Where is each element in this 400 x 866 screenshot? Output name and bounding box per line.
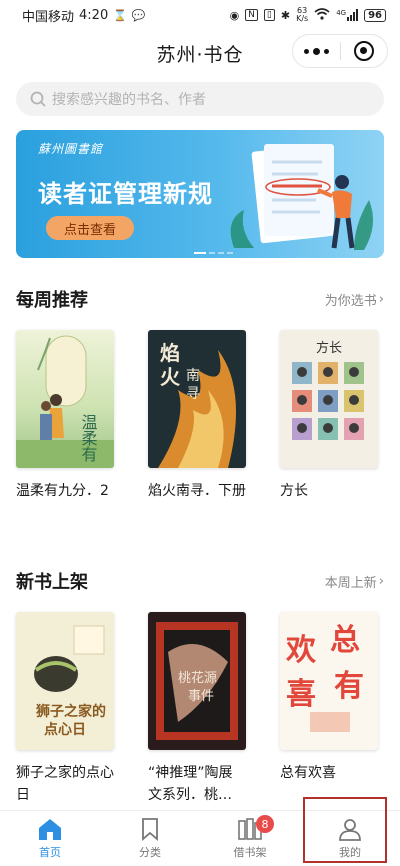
target-icon xyxy=(353,41,374,61)
search-placeholder: 搜索感兴趣的书名、作者 xyxy=(52,92,206,108)
book-card[interactable]: 方长 方长 xyxy=(280,330,378,502)
promo-banner[interactable]: 蘇州圖書館 读者证管理新规 点击查看 xyxy=(16,130,384,258)
close-miniprogram-button[interactable] xyxy=(341,41,388,61)
eye-icon: ◉ xyxy=(229,8,240,22)
nfc-icon: N xyxy=(245,9,258,21)
wifi-icon xyxy=(314,7,330,23)
carrier-label: 中国移动 xyxy=(22,9,75,25)
wechat-icon: 💬 xyxy=(131,8,146,22)
search-icon xyxy=(30,91,46,107)
svg-text:方长: 方长 xyxy=(316,340,342,356)
nav-header: 苏州·书仓 xyxy=(0,30,400,74)
library-logo-text: 蘇州圖書館 xyxy=(38,142,104,156)
status-bar: 中国移动 4:20 ⌛ 💬 ◉ N ▯ ✱ 63 K/s 4G 96 xyxy=(0,0,400,30)
svg-text:总: 总 xyxy=(330,623,360,658)
book-card[interactable]: 温柔有 温柔有九分．2 xyxy=(16,330,114,502)
svg-text:桃花源: 桃花源 xyxy=(178,670,217,686)
tab-label: 分类 xyxy=(139,846,161,859)
tab-category[interactable]: 分类 xyxy=(100,811,200,866)
bluetooth-icon: ✱ xyxy=(280,8,291,22)
chevron-right-icon: › xyxy=(378,573,384,589)
book-cover: 狮子之家的 点心日 xyxy=(16,612,114,750)
battery-indicator: 96 xyxy=(364,8,386,22)
signal-icon: 4G xyxy=(336,9,359,21)
more-menu-button[interactable] xyxy=(293,47,340,55)
miniprogram-capsule xyxy=(292,34,388,68)
weekly-book-list: 温柔有 温柔有九分．2 焰 火 南 寻 焰火南寻．下册 方长 方长 xyxy=(16,330,386,502)
svg-text:焰: 焰 xyxy=(160,341,180,365)
bookmark-icon xyxy=(142,818,158,841)
book-title: 焰火南寻．下册 xyxy=(148,483,246,499)
svg-text:事件: 事件 xyxy=(188,689,214,704)
newbooks-more-link[interactable]: 本周上新 › xyxy=(325,572,384,591)
bookshelf-count-badge: 8 xyxy=(256,815,274,833)
section-title: 每周推荐 xyxy=(16,290,88,311)
svg-text:火: 火 xyxy=(160,365,181,389)
banner-cta-button[interactable]: 点击查看 xyxy=(46,216,134,240)
svg-text:狮子之家的: 狮子之家的 xyxy=(35,703,106,720)
book-card[interactable]: 狮子之家的 点心日 狮子之家的点心日 xyxy=(16,612,114,806)
banner-illustration xyxy=(230,144,373,250)
highlight-box xyxy=(303,797,387,863)
svg-text:温柔有: 温柔有 xyxy=(79,414,98,463)
weekly-section-header: 每周推荐 为你选书 › xyxy=(16,286,384,312)
svg-text:欢: 欢 xyxy=(285,633,317,668)
tab-bookshelf[interactable]: 借书架 8 xyxy=(200,811,300,866)
banner-headline: 读者证管理新规 xyxy=(38,180,213,208)
book-title: 方长 xyxy=(280,483,308,499)
home-icon xyxy=(39,819,61,840)
svg-text:寻: 寻 xyxy=(186,386,200,402)
book-title: “神推理”陶展文系列．桃… xyxy=(148,765,233,803)
hourglass-icon: ⌛ xyxy=(113,8,127,22)
book-cover: 焰 火 南 寻 xyxy=(148,330,246,468)
book-title: 温柔有九分．2 xyxy=(16,483,109,499)
vibrate-icon: ▯ xyxy=(263,9,275,21)
svg-text:喜: 喜 xyxy=(286,677,316,712)
book-cover: 桃花源 事件 xyxy=(148,612,246,750)
clock: 4:20 xyxy=(79,7,109,23)
book-card[interactable]: 焰 火 南 寻 焰火南寻．下册 xyxy=(148,330,246,502)
book-card[interactable]: 桃花源 事件 “神推理”陶展文系列．桃… xyxy=(148,612,246,806)
book-title: 狮子之家的点心日 xyxy=(16,765,114,803)
book-title: 总有欢喜 xyxy=(280,765,336,781)
newbooks-list: 狮子之家的 点心日 狮子之家的点心日 桃花源 事件 “神推理”陶展文系列．桃… … xyxy=(16,612,386,806)
tab-label: 首页 xyxy=(39,846,61,859)
book-cover: 方长 xyxy=(280,330,378,468)
net-speed: 63 K/s xyxy=(296,6,309,23)
svg-text:有: 有 xyxy=(334,669,364,704)
svg-text:点心日: 点心日 xyxy=(44,721,86,738)
tab-home[interactable]: 首页 xyxy=(0,811,100,866)
book-cover: 欢 总 喜 有 xyxy=(280,612,378,750)
book-cover: 温柔有 xyxy=(16,330,114,468)
book-card[interactable]: 欢 总 喜 有 总有欢喜 xyxy=(280,612,378,806)
weekly-more-link[interactable]: 为你选书 › xyxy=(325,290,384,309)
section-title: 新书上架 xyxy=(16,572,88,593)
svg-text:南: 南 xyxy=(186,368,200,384)
banner-pager xyxy=(194,252,233,254)
tab-label: 借书架 xyxy=(233,846,267,859)
chevron-right-icon: › xyxy=(378,291,384,307)
newbooks-section-header: 新书上架 本周上新 › xyxy=(16,568,384,594)
search-input[interactable]: 搜索感兴趣的书名、作者 xyxy=(16,82,384,116)
